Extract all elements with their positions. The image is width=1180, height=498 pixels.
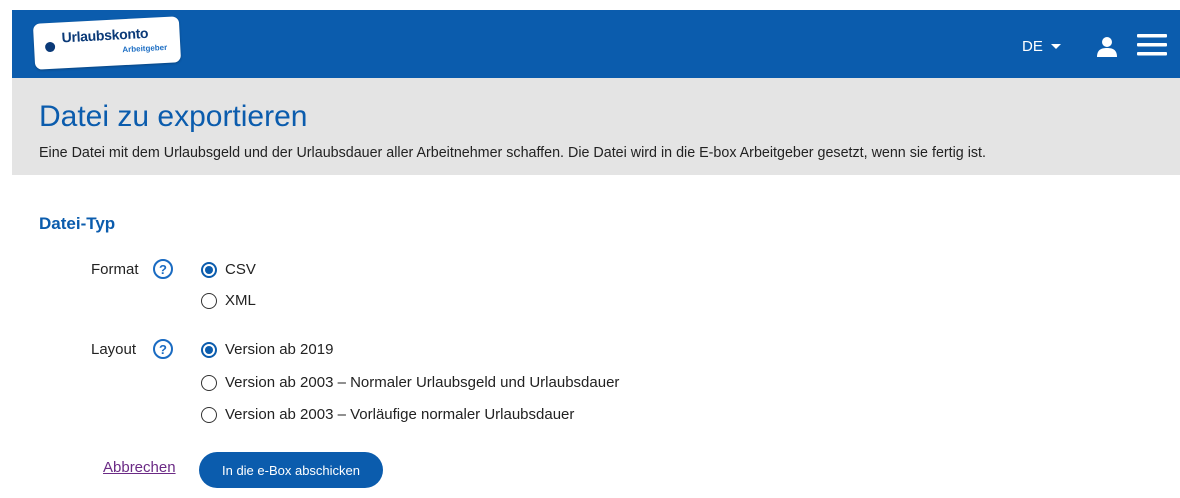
layout-help-icon[interactable]: ? [153,339,173,359]
radio-label: Version ab 2003 – Vorläufige normaler Ur… [225,406,575,423]
radio-label: XML [225,292,256,309]
section-title-file-type: Datei-Typ [39,214,116,233]
urlaubskonto-logo[interactable]: Urlaubskonto Arbeitgeber [32,16,182,70]
user-icon[interactable] [1095,35,1119,59]
logo-title: Urlaubskonto [61,24,149,46]
radio-unchecked-icon[interactable] [201,292,217,309]
layout-option-2003-provisional[interactable]: Version ab 2003 – Vorläufige normaler Ur… [201,406,574,423]
cancel-link[interactable]: Abbrechen [103,459,176,476]
language-selector[interactable]: DE [1022,35,1061,57]
radio-label: CSV [225,261,256,278]
radio-checked-icon[interactable] [201,341,217,358]
format-option-csv[interactable]: CSV [201,261,256,278]
logo-subtitle: Arbeitgeber [122,42,168,55]
logo-dot-icon [44,41,56,53]
submit-to-ebox-button[interactable]: In die e-Box abschicken [199,452,383,488]
layout-option-2003-normal[interactable]: Version ab 2003 – Normaler Urlaubsgeld u… [201,374,619,391]
radio-label: Version ab 2003 – Normaler Urlaubsgeld u… [225,374,620,391]
layout-option-2019[interactable]: Version ab 2019 [201,341,333,358]
language-label: DE [1022,37,1043,55]
radio-checked-icon[interactable] [201,261,217,278]
caret-down-icon [1050,43,1061,49]
hamburger-menu-icon[interactable] [1137,33,1167,57]
radio-unchecked-icon[interactable] [201,374,217,391]
top-navigation-bar: Urlaubskonto Arbeitgeber DE [12,10,1180,78]
page-header: Datei zu exportieren Eine Datei mit dem … [12,78,1180,175]
format-option-xml[interactable]: XML [201,292,256,309]
format-label: Format [91,261,139,278]
page-description: Eine Datei mit dem Urlaubsgeld und der U… [39,145,986,161]
page-title: Datei zu exportieren [39,100,308,133]
layout-label: Layout [91,341,137,358]
radio-unchecked-icon[interactable] [201,406,217,423]
radio-label: Version ab 2019 [225,341,334,358]
format-help-icon[interactable]: ? [153,259,173,279]
